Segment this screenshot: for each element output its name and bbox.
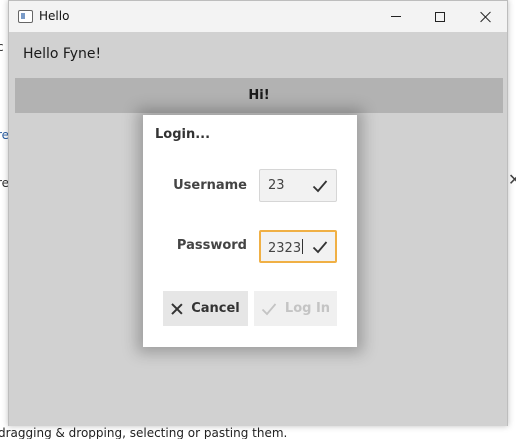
username-field[interactable]: 23 xyxy=(259,169,337,202)
username-value: 23 xyxy=(268,178,285,193)
text-caret xyxy=(302,239,304,254)
password-value: 2323 xyxy=(268,239,304,256)
background-drop-hint: dragging & dropping, selecting or pastin… xyxy=(0,426,288,439)
title-bar[interactable]: Hello xyxy=(9,1,507,32)
cancel-label: Cancel xyxy=(191,301,240,316)
check-icon xyxy=(312,180,328,193)
login-button[interactable]: Log In xyxy=(254,291,337,326)
login-label: Log In xyxy=(284,301,331,316)
close-icon xyxy=(480,11,492,23)
dialog-title: Login... xyxy=(155,127,211,142)
username-label: Username xyxy=(173,178,247,193)
cancel-button[interactable]: Cancel xyxy=(163,291,248,326)
background-text-fragment: c xyxy=(0,40,4,54)
close-icon: ✕ xyxy=(508,170,516,189)
close-window-button[interactable] xyxy=(463,1,509,32)
check-icon xyxy=(312,241,328,254)
app-icon xyxy=(18,10,33,23)
password-label: Password xyxy=(176,238,247,253)
screen: c re re ✕ dragging & dropping, selecting… xyxy=(0,0,516,439)
password-text: 2323 xyxy=(268,241,302,256)
minimize-icon xyxy=(391,16,401,17)
window-title: Hello xyxy=(39,9,70,23)
cancel-icon xyxy=(171,303,183,315)
maximize-button[interactable] xyxy=(417,1,463,32)
maximize-icon xyxy=(435,11,445,22)
check-icon xyxy=(261,302,277,315)
minimize-button[interactable] xyxy=(373,1,419,32)
password-field[interactable]: 2323 xyxy=(259,230,337,263)
login-dialog: Login... Username 23 Password 2323 Cance… xyxy=(143,115,357,347)
